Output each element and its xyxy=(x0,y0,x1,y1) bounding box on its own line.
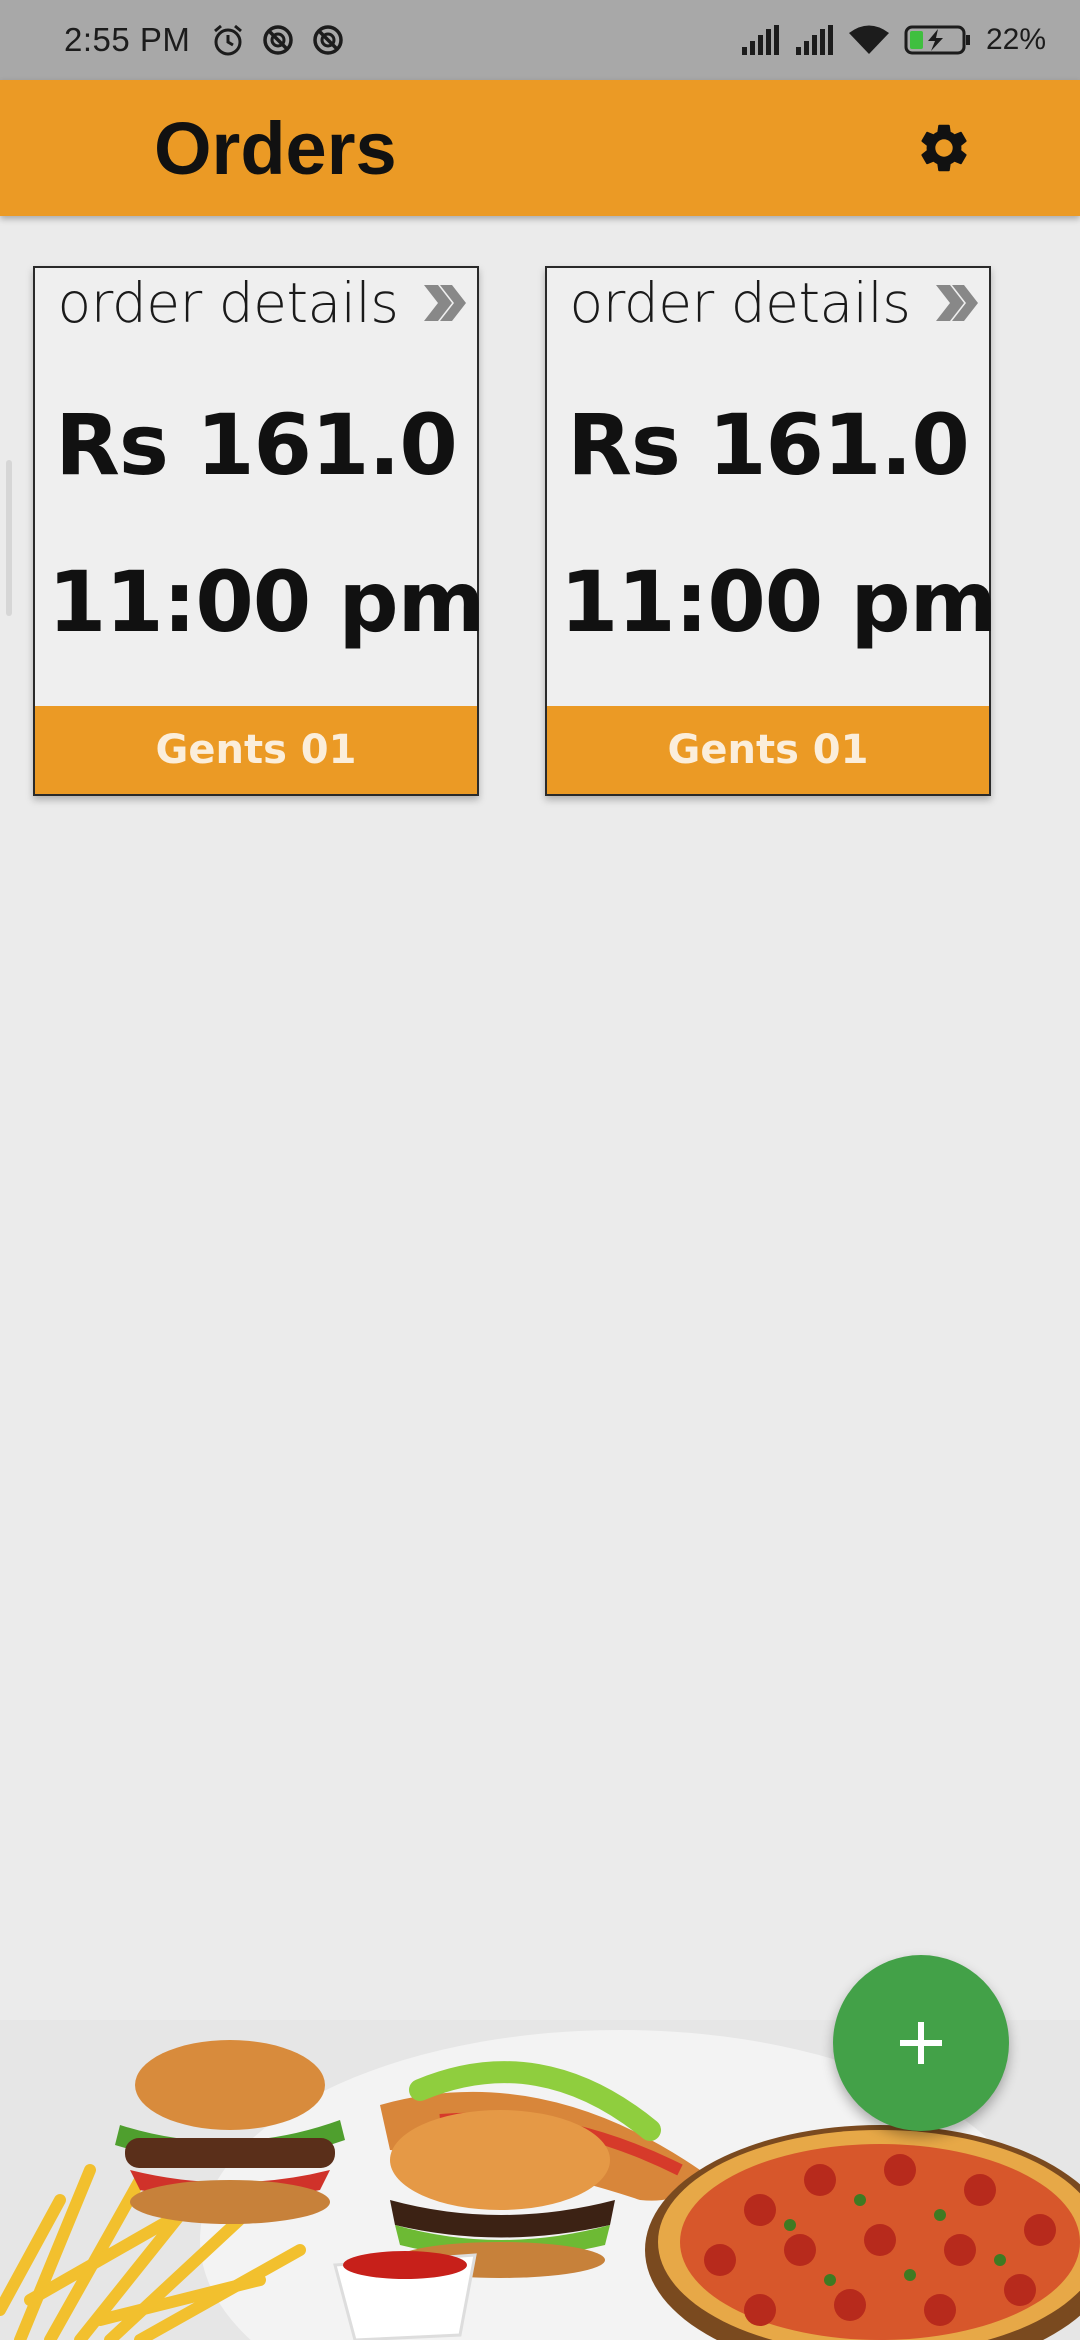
plus-icon xyxy=(900,2022,942,2064)
order-time: 11:00 pm xyxy=(559,553,997,651)
order-amount: Rs 161.0 xyxy=(567,396,970,494)
scroll-indicator xyxy=(6,460,12,616)
order-time: 11:00 pm xyxy=(47,553,485,651)
order-details-link[interactable]: order details xyxy=(35,268,477,338)
status-time: 2:55 PM xyxy=(64,21,191,58)
sync-off-icon xyxy=(263,25,294,55)
order-customer-label: Gents 01 xyxy=(35,706,477,794)
order-customer-label: Gents 01 xyxy=(547,706,989,794)
signal-icon xyxy=(795,25,833,55)
alarm-icon xyxy=(214,24,243,56)
order-details-label: order details xyxy=(569,271,911,335)
order-amount: Rs 161.0 xyxy=(55,396,458,494)
signal-icon xyxy=(741,25,779,55)
battery-charging-icon xyxy=(904,25,970,55)
wifi-icon xyxy=(848,25,889,54)
gear-icon xyxy=(921,124,967,172)
order-details-label: order details xyxy=(57,271,399,335)
double-chevron-right-icon xyxy=(936,285,979,321)
order-card[interactable]: order details Rs 161.0 11:00 pm Gents 01 xyxy=(545,266,997,796)
app-bar: Orders xyxy=(0,80,1080,216)
double-chevron-right-icon xyxy=(424,285,467,321)
settings-button[interactable] xyxy=(912,116,976,180)
status-bar: 2:55 PM 22% xyxy=(0,0,1080,80)
order-details-link[interactable]: order details xyxy=(547,268,989,338)
add-order-button[interactable] xyxy=(833,1955,1009,2131)
sync-off-icon xyxy=(313,25,344,55)
ketchup-cup-illustration xyxy=(333,2251,477,2340)
burger-illustration xyxy=(115,2040,345,2224)
order-card[interactable]: order details Rs 161.0 11:00 pm Gents 01 xyxy=(33,266,485,796)
page-title: Orders xyxy=(154,106,397,190)
battery-percentage: 22% xyxy=(985,23,1046,56)
